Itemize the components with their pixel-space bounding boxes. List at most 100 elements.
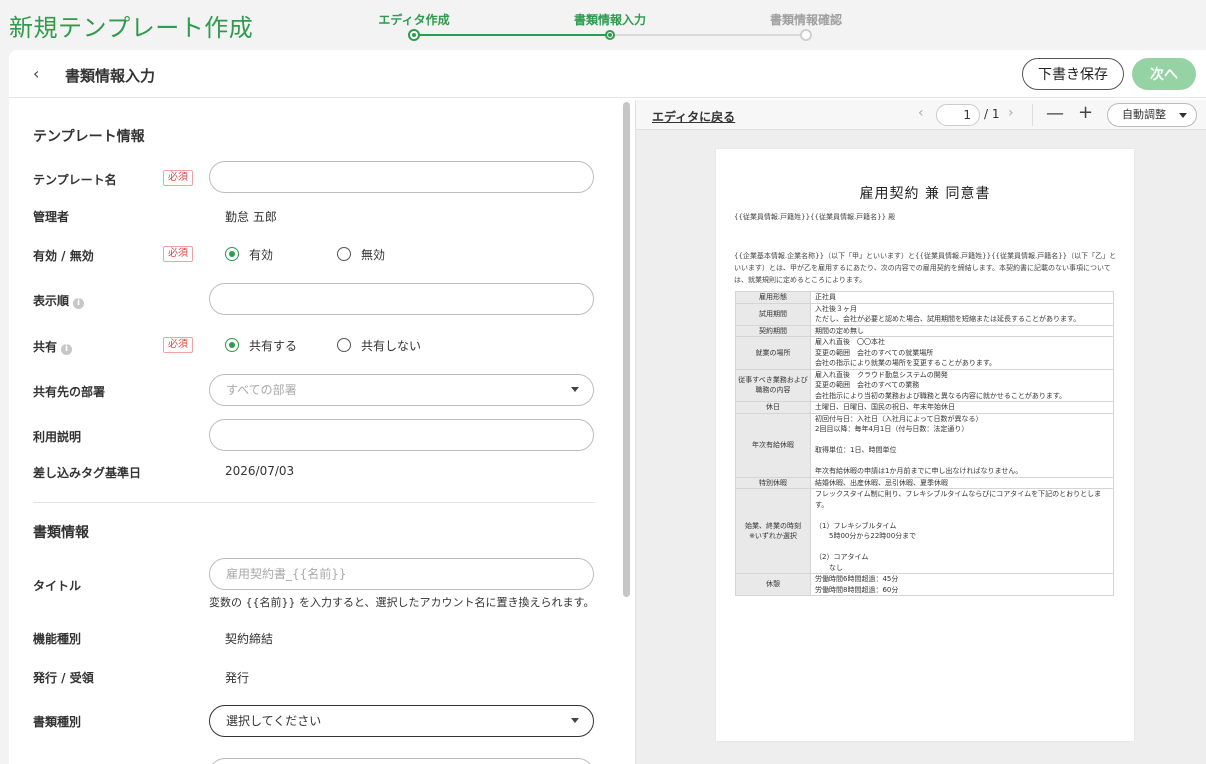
stepper-line-todo xyxy=(610,34,806,36)
next-page-icon[interactable]: › xyxy=(1008,105,1014,121)
required-badge: 必須 xyxy=(163,246,193,262)
preview-toolbar: エディタに戻る ‹ 1 / 1 › — + 自動調整 xyxy=(636,100,1206,130)
table-row-value: 期間の定め無し xyxy=(810,324,1114,337)
step-dot-todo xyxy=(800,29,812,41)
radio-status-inactive[interactable]: 無効 xyxy=(337,246,385,263)
table-row-key: 契約期間 xyxy=(735,324,811,337)
step-dot-current xyxy=(605,30,615,40)
template-name-label: テンプレート名 xyxy=(33,173,117,187)
table-row: 就業の場所 雇入れ直後 〇〇本社 変更の範囲 会社のすべての就業場所 会社の指示に… xyxy=(735,336,1114,370)
table-row: 雇用形態 正社員 xyxy=(735,291,1114,304)
radio-checked-icon xyxy=(225,247,239,261)
function-label: 機能種別 xyxy=(33,632,82,646)
toolbar-separator xyxy=(1032,104,1033,126)
table-row-value: フレックスタイム制に則り、フレキシブルタイムならびにコアタイムを下記のとおりとし… xyxy=(810,488,1114,574)
section-title-doc: 書類情報 xyxy=(33,525,89,541)
doc-type-select[interactable]: 選択してください xyxy=(209,705,594,737)
table-row-value: 雇入れ直後 クラウド勤怠システムの開発 変更の範囲 会社のすべての業務 会社指示… xyxy=(810,368,1114,402)
table-row-key: 始業、終業の時刻 ※いずれか選択 xyxy=(735,488,811,574)
zoom-mode-select[interactable]: 自動調整 xyxy=(1107,103,1197,127)
zoom-mode-value: 自動調整 xyxy=(1122,108,1166,121)
table-row-key: 試用期間 xyxy=(735,302,811,326)
document-page: 雇用契約 兼 同意書 {{従業員情報.戸籍姓}}{{従業員情報.戸籍名}} 殿 … xyxy=(716,149,1134,741)
form-pane: テンプレート情報 テンプレート名 必須 管理者 勤怠 五郎 有効 / 無効 必須… xyxy=(9,98,621,764)
document-preview: エディタに戻る ‹ 1 / 1 › — + 自動調整 雇用契約 兼 同意書 {{… xyxy=(635,100,1206,764)
doc-addressee: {{従業員情報.戸籍姓}}{{従業員情報.戸籍名}} 殿 xyxy=(734,213,896,221)
required-badge: 必須 xyxy=(163,337,193,353)
back-chevron-icon[interactable]: ‹ xyxy=(33,64,39,83)
table-row: 試用期間 入社後３ヶ月 ただし、会社が必要と認めた場合、試用期間を短縮または延長す… xyxy=(735,302,1114,326)
radio-share-yes[interactable]: 共有する xyxy=(225,337,297,354)
radio-checked-icon xyxy=(225,338,239,352)
zoom-in-icon[interactable]: + xyxy=(1078,102,1093,123)
info-icon[interactable]: i xyxy=(61,344,73,355)
table-row-key: 年次有給休暇 xyxy=(735,412,811,478)
radio-label: 有効 xyxy=(249,248,274,262)
title-hint: 変数の {{名前}} を入力すると、選択したアカウント名に置き換えられます。 xyxy=(209,596,595,609)
table-row: 始業、終業の時刻 ※いずれか選択 フレックスタイム制に則り、フレキシブルタイムなら… xyxy=(735,488,1114,574)
radio-status-active[interactable]: 有効 xyxy=(225,246,273,263)
title-label: タイトル xyxy=(33,579,82,593)
share-dept-select[interactable]: すべての部署 xyxy=(209,374,594,406)
required-badge: 必須 xyxy=(163,170,193,186)
scrollbar-thumb[interactable] xyxy=(623,102,630,597)
page-title: 書類情報入力 xyxy=(65,67,156,85)
table-row-value: 結婚休暇、出産休暇、忌引休暇、夏季休暇 xyxy=(810,476,1114,489)
step-label: 書類情報確認 xyxy=(769,13,842,27)
form-scrollbar[interactable] xyxy=(621,100,633,600)
radio-share-no[interactable]: 共有しない xyxy=(337,337,421,354)
step-label: エディタ作成 xyxy=(378,13,450,27)
template-name-input[interactable] xyxy=(209,161,594,193)
zoom-out-icon[interactable]: — xyxy=(1046,103,1064,124)
radio-unchecked-icon xyxy=(337,247,351,261)
manager-value: 勤怠 五郎 xyxy=(225,210,277,224)
save-draft-button[interactable]: 下書き保存 xyxy=(1022,58,1124,90)
manager-label: 管理者 xyxy=(33,210,70,224)
next-button[interactable]: 次へ xyxy=(1132,58,1196,90)
status-label: 有効 / 無効 xyxy=(33,249,94,263)
display-order-label: 表示順 i xyxy=(33,292,85,309)
prev-page-icon[interactable]: ‹ xyxy=(918,105,924,121)
caret-down-icon xyxy=(571,718,579,723)
contract-terms-table: 雇用形態 正社員 試用期間 入社後３ヶ月 ただし、会社が必要と認めた場合、試用期間を短… xyxy=(735,291,1114,596)
radio-label: 無効 xyxy=(361,248,386,262)
info-icon[interactable]: i xyxy=(73,298,85,309)
function-value: 契約締結 xyxy=(225,632,274,646)
stepper: エディタ作成 書類情報入力 書類情報確認 xyxy=(378,0,842,48)
display-order-input[interactable] xyxy=(209,283,594,315)
main-card: ‹ 書類情報入力 下書き保存 次へ テンプレート情報 テンプレート名 必須 管理… xyxy=(9,50,1206,764)
display-order-label-text: 表示順 xyxy=(33,294,70,308)
step-editor-create: エディタ作成 xyxy=(354,0,474,41)
table-row-key: 従事すべき業務および職務の内容 xyxy=(735,368,811,402)
issue-value: 発行 xyxy=(225,671,250,685)
radio-label: 共有しない xyxy=(361,339,422,353)
table-row-value: 労働時間6時間超過：45分 労働時間8時間超過：60分 xyxy=(810,573,1114,596)
table-row-key: 雇用形態 xyxy=(735,291,811,304)
share-label: 共有 i xyxy=(33,338,73,355)
table-row: 休日 土曜日、日曜日、国民の祝日、年末年始休日 xyxy=(735,401,1114,414)
table-row: 休憩 労働時間6時間超過：45分 労働時間8時間超過：60分 xyxy=(735,573,1114,596)
doc-type-placeholder: 選択してください xyxy=(226,714,322,728)
step-label: 書類情報入力 xyxy=(573,13,646,27)
share-dept-placeholder: すべての部署 xyxy=(226,383,297,397)
title-input[interactable]: 雇用契約書_{{名前}} xyxy=(209,558,594,590)
page-number-input[interactable]: 1 xyxy=(936,104,980,126)
table-row-value: 初回付与日：入社日（入社月によって日数が異なる） 2回目以降：毎年4月1日（付与… xyxy=(810,412,1114,478)
table-row-value: 正社員 xyxy=(810,291,1114,304)
table-row: 従事すべき業務および職務の内容 雇入れ直後 クラウド勤怠システムの開発 変更の範囲… xyxy=(735,368,1114,402)
step-doc-info-input: 書類情報入力 xyxy=(550,0,670,40)
table-row-key: 休日 xyxy=(735,401,811,414)
next-field-input[interactable] xyxy=(209,758,594,764)
page-total: / 1 xyxy=(984,107,1000,121)
doc-intro: {{企業基本情報.企業名称}}（以下「甲」といいます）と{{従業員情報.戸籍姓}… xyxy=(734,252,1117,284)
back-to-editor-link[interactable]: エディタに戻る xyxy=(652,108,735,125)
stepper-line-done xyxy=(414,34,610,36)
caret-down-icon xyxy=(571,387,579,392)
usage-input[interactable] xyxy=(209,419,594,451)
radio-label: 共有する xyxy=(249,339,298,353)
app-title: 新規テンプレート作成 xyxy=(9,14,254,42)
table-row-value: 土曜日、日曜日、国民の祝日、年末年始休日 xyxy=(810,401,1114,414)
usage-label: 利用説明 xyxy=(33,430,82,444)
table-row-key: 特別休暇 xyxy=(735,476,811,489)
issue-label: 発行 / 受領 xyxy=(33,671,94,685)
